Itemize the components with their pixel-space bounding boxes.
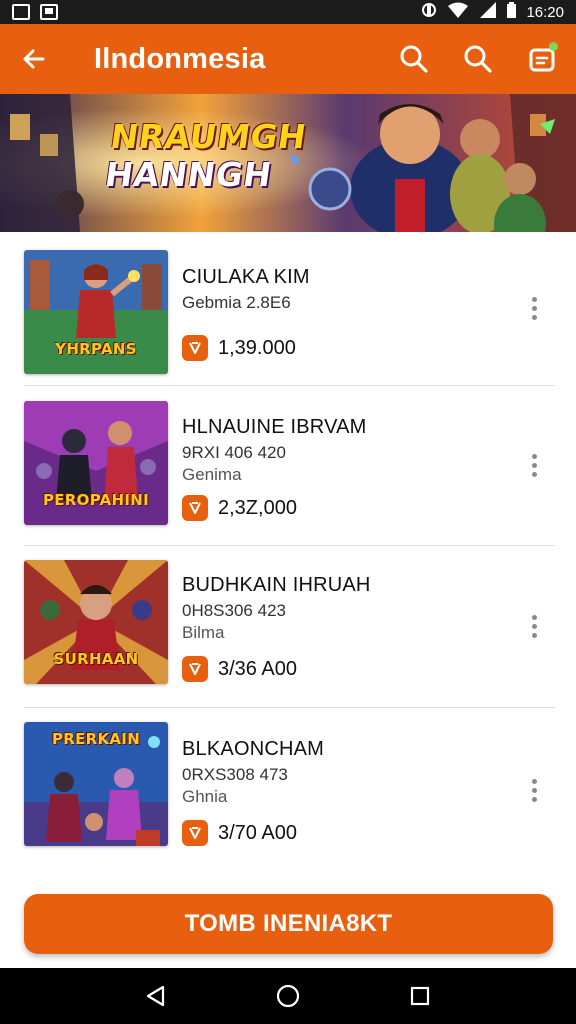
price-row: 1,39.000 <box>182 335 296 361</box>
game-info: HLNAUINE IBRVAM 9RXI 406 420 Genima <box>182 416 367 485</box>
search-button[interactable] <box>396 41 432 77</box>
system-nav-bar <box>0 968 576 1024</box>
more-vert-icon <box>531 453 537 459</box>
game-thumbnail: PRERKAIN <box>24 722 168 846</box>
game-genre: Genima <box>182 465 242 484</box>
more-options-button[interactable] <box>522 608 546 644</box>
list-item[interactable]: SURHAAN BUDHKAIN IHRUAH 0H8S306 423 Bilm… <box>0 548 576 708</box>
list-item[interactable]: YHRPANS CIULAKA KIM Gebmia 2.8E6 1,39.00… <box>0 232 576 392</box>
game-info: BUDHKAIN IHRUAH 0H8S306 423 Bilma <box>182 574 371 643</box>
message-icon <box>40 4 58 20</box>
thumbnail-label: SURHAAN <box>53 650 139 668</box>
nav-back-button[interactable] <box>136 976 176 1016</box>
app-bar: Ilndonmesia <box>0 24 576 94</box>
search-button-secondary[interactable] <box>460 41 496 77</box>
game-subtitle: Gebmia 2.8E6 <box>182 293 291 312</box>
wifi-icon <box>447 2 469 23</box>
divider <box>24 385 555 386</box>
more-vert-icon <box>531 296 537 302</box>
game-price: 2,3Z,000 <box>218 496 297 519</box>
more-options-button[interactable] <box>522 772 546 808</box>
more-vert-icon <box>531 778 537 784</box>
image-icon <box>12 4 30 20</box>
status-bar: 16:20 <box>0 0 576 24</box>
price-row: 3/36 A00 <box>182 656 297 682</box>
notification-dot <box>549 42 558 51</box>
more-options-button[interactable] <box>522 447 546 483</box>
game-title: HLNAUINE IBRVAM <box>182 416 367 438</box>
nav-home-button[interactable] <box>268 976 308 1016</box>
back-button[interactable] <box>16 41 52 77</box>
banner-title-line1: NRAUMGH <box>108 117 309 156</box>
game-genre: Bilma <box>182 623 225 642</box>
banner-title-line2: HANNGH <box>102 155 275 194</box>
game-genre: Ghnia <box>182 787 228 806</box>
game-info: CIULAKA KIM Gebmia 2.8E6 <box>182 266 310 313</box>
search-icon <box>464 45 492 73</box>
more-vert-icon <box>531 614 537 620</box>
game-price: 1,39.000 <box>218 336 296 359</box>
price-tag-icon <box>182 495 208 521</box>
price-row: 3/70 A00 <box>182 820 297 846</box>
divider <box>24 707 555 708</box>
primary-cta-button[interactable]: TOMB INENIA8KT <box>24 894 553 954</box>
list-item[interactable]: PEROPAHINI HLNAUINE IBRVAM 9RXI 406 420 … <box>0 388 576 548</box>
banner-title: NRAUMGH HANNGH <box>102 117 309 194</box>
game-title: BUDHKAIN IHRUAH <box>182 574 371 596</box>
notification-button[interactable] <box>524 41 560 77</box>
search-icon <box>400 45 428 73</box>
back-triangle-icon <box>146 985 165 1007</box>
signal-icon <box>479 1 497 23</box>
home-circle-icon <box>276 984 300 1008</box>
price-tag-icon <box>182 820 208 846</box>
game-title: CIULAKA KIM <box>182 266 310 288</box>
list-item[interactable]: PRERKAIN BLKAONCHAM 0RXS308 473 Ghnia 3/… <box>0 710 576 870</box>
price-tag-icon <box>182 656 208 682</box>
game-thumbnail: PEROPAHINI <box>24 401 168 525</box>
divider <box>24 545 555 546</box>
nav-recents-button[interactable] <box>400 976 440 1016</box>
more-options-button[interactable] <box>522 290 546 326</box>
recents-square-icon <box>410 986 430 1006</box>
vibrate-icon <box>421 2 437 23</box>
thumbnail-label: PEROPAHINI <box>42 491 150 509</box>
thumbnail-label: YHRPANS <box>55 340 137 358</box>
game-thumbnail: SURHAAN <box>24 560 168 684</box>
arrow-left-icon <box>23 49 45 69</box>
thumbnail-label: PRERKAIN <box>51 730 141 748</box>
game-price: 3/36 A00 <box>218 657 297 680</box>
game-subtitle: 9RXI 406 420 <box>182 443 286 462</box>
page-title: Ilndonmesia <box>94 42 266 75</box>
game-subtitle: 0H8S306 423 <box>182 601 286 620</box>
game-thumbnail: YHRPANS <box>24 250 168 374</box>
price-tag-icon <box>182 335 208 361</box>
game-subtitle: 0RXS308 473 <box>182 765 288 784</box>
game-title: BLKAONCHAM <box>182 738 325 760</box>
battery-icon <box>507 1 517 23</box>
hero-banner[interactable]: NRAUMGH HANNGH <box>0 94 576 232</box>
status-time: 16:20 <box>526 3 564 21</box>
game-info: BLKAONCHAM 0RXS308 473 Ghnia <box>182 738 324 807</box>
game-price: 3/70 A00 <box>218 821 297 844</box>
price-row: 2,3Z,000 <box>182 495 297 521</box>
